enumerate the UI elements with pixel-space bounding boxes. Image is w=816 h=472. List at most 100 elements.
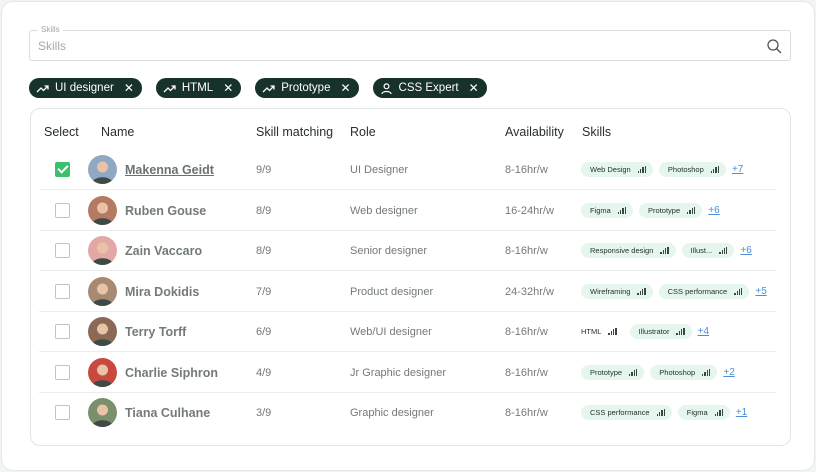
skill-level-icon — [608, 328, 617, 335]
search-icon[interactable] — [766, 38, 782, 54]
skills-list: Wireframing CSS performance +5 — [581, 283, 767, 300]
role: Senior designer — [350, 245, 428, 257]
skills-list: Responsive design Illust... +6 — [581, 242, 752, 259]
role: Product designer — [350, 285, 434, 298]
more-skills-link[interactable]: +5 — [755, 286, 766, 297]
skill-matching: 7/9 — [256, 285, 272, 298]
trend-icon — [36, 82, 49, 95]
filter-chip[interactable]: CSS Expert ✕ — [372, 78, 487, 98]
header-name: Name — [101, 125, 135, 139]
more-skills-link[interactable]: +6 — [708, 205, 719, 216]
skill-level-icon — [637, 166, 647, 173]
table-row: Makenna Geidt 9/9 UI Designer 8-16hr/w Web D… — [31, 150, 776, 190]
avatar — [88, 195, 117, 225]
table-row: Terry Torff 6/9 Web/UI designer 8-16hr/w HTM… — [31, 312, 776, 352]
skill-level-icon — [617, 206, 627, 214]
table-row: Zain Vaccaro 8/9 Senior designer 8-16hr/w Re… — [31, 231, 776, 271]
skill-tag-label: Wireframing — [590, 286, 631, 296]
skill-level-icon — [734, 287, 743, 295]
skills-list: CSS performance Figma +1 — [581, 404, 747, 421]
select-checkbox[interactable] — [55, 162, 70, 177]
select-checkbox[interactable] — [55, 405, 70, 420]
candidate-name: Terry Torff — [125, 325, 187, 339]
filter-chip-label: CSS Expert — [398, 82, 459, 94]
avatar — [88, 357, 117, 387]
table-row: Charlie Siphron 4/9 Jr Graphic designer 8-1… — [31, 353, 776, 393]
skill-tag-label: Figma — [686, 408, 708, 417]
filter-chip[interactable]: UI designer ✕ — [29, 78, 142, 98]
filter-chip-label: UI designer — [55, 82, 114, 94]
skill-tag-label: Photoshop — [667, 165, 704, 174]
availability: 8-16hr/w — [505, 407, 548, 419]
skill-tag-label: Photoshop — [659, 367, 696, 377]
candidate-name: Mira Dokidis — [125, 284, 200, 299]
avatar — [88, 236, 117, 265]
availability: 8-16hr/w — [505, 326, 548, 338]
more-skills-link[interactable]: +4 — [698, 326, 709, 337]
more-skills-link[interactable]: +7 — [732, 164, 743, 175]
candidate-name[interactable]: Makenna Geidt — [125, 163, 214, 177]
search-input[interactable] — [38, 37, 738, 55]
trend-icon — [262, 82, 275, 95]
skill-level-icon — [629, 368, 638, 376]
filter-chip[interactable]: HTML ✕ — [155, 78, 242, 98]
filter-chip-label: Prototype — [281, 82, 331, 94]
filter-chip[interactable]: Prototype ✕ — [255, 78, 359, 98]
more-skills-link[interactable]: +1 — [736, 407, 747, 418]
skill-level-icon — [676, 328, 685, 335]
skill-level-icon — [702, 368, 711, 376]
availability: 8-16hr/w — [505, 164, 548, 176]
close-icon[interactable]: ✕ — [223, 82, 233, 94]
avatar — [88, 276, 117, 306]
skill-tag-label: Illustrator — [638, 327, 670, 336]
candidates-table: Select Name Skill matching Role Availabi… — [30, 108, 791, 446]
select-checkbox[interactable] — [55, 243, 70, 258]
select-checkbox[interactable] — [55, 283, 70, 299]
skill-level-icon — [656, 409, 666, 416]
skill-tag-label: Figma — [590, 205, 611, 215]
select-checkbox[interactable] — [55, 202, 70, 218]
skill-tag: HTML — [581, 324, 624, 339]
skill-level-icon — [714, 409, 724, 416]
skills-search-field[interactable]: Skills — [29, 25, 791, 61]
skill-tag-label: CSS performance — [590, 408, 650, 417]
close-icon[interactable]: ✕ — [469, 82, 479, 94]
skill-matching: 3/9 — [256, 407, 272, 419]
close-icon[interactable]: ✕ — [124, 82, 134, 94]
skills-list: Prototype Photoshop +2 — [581, 364, 735, 381]
table-row: Tiana Culhane 3/9 Graphic designer 8-16hr/w… — [31, 393, 776, 433]
close-icon[interactable]: ✕ — [340, 82, 350, 94]
skill-tag: CSS performance — [581, 405, 672, 420]
skill-level-icon — [710, 166, 720, 173]
select-checkbox[interactable] — [55, 324, 70, 339]
avatar — [88, 155, 117, 184]
availability: 16-24hr/w — [505, 204, 554, 217]
select-checkbox[interactable] — [55, 364, 70, 380]
skill-tag: Responsive design — [581, 243, 676, 258]
skill-tag: Illust... — [681, 243, 735, 258]
role: Web designer — [350, 204, 418, 217]
skill-level-icon — [719, 247, 728, 254]
skill-level-icon — [687, 206, 696, 214]
skill-tag: Photoshop — [650, 364, 718, 380]
candidate-name: Tiana Culhane — [125, 406, 211, 420]
header-role: Role — [350, 125, 376, 139]
skill-matching: 6/9 — [256, 326, 272, 338]
skill-tag-label: Prototype — [590, 367, 623, 377]
avatar — [88, 398, 117, 427]
header-availability: Availability — [505, 125, 564, 139]
skill-tag: Figma — [677, 405, 730, 420]
skill-tag: Photoshop — [658, 162, 726, 177]
skill-matching: 4/9 — [256, 366, 272, 379]
filter-chips: UI designer ✕ HTML ✕ Prototype ✕ CSS Expert ✕ — [29, 78, 501, 98]
availability: 24-32hr/w — [505, 285, 554, 298]
skill-matching: 8/9 — [256, 245, 272, 257]
more-skills-link[interactable]: +2 — [723, 367, 734, 378]
search-legend: Skills — [38, 25, 63, 35]
table-row: Mira Dokidis 7/9 Product designer 24-32hr/w… — [31, 272, 776, 312]
more-skills-link[interactable]: +6 — [740, 245, 751, 256]
filter-chip-label: HTML — [181, 82, 214, 94]
skills-list: Web Design Photoshop +7 — [581, 161, 743, 178]
role: Web/UI designer — [350, 326, 432, 338]
skill-tag: Prototype — [581, 364, 645, 380]
